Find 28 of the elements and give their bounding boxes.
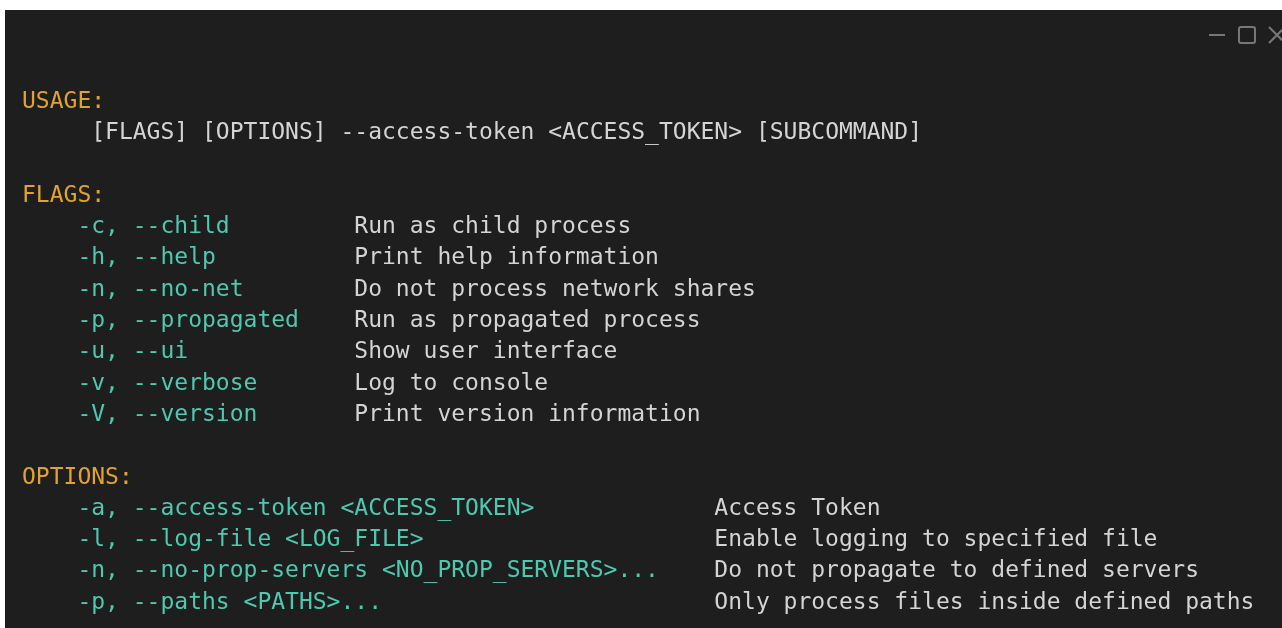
usage-line: [FLAGS] [OPTIONS] --access-token <ACCESS_TOKEN> [SUBCOMMAND] bbox=[91, 118, 923, 145]
flag-name: -h, --help bbox=[77, 243, 216, 270]
maximize-icon[interactable] bbox=[1236, 24, 1258, 46]
flag-name: -p, --paths <PATHS>... bbox=[77, 587, 382, 614]
flag-name: -p, --propagated bbox=[77, 306, 299, 333]
flag-name: -V, --version bbox=[77, 399, 258, 426]
flag-name: -l, --log-file <LOG_FILE> bbox=[77, 525, 424, 552]
flag-description: Run as child process bbox=[354, 211, 632, 241]
flag-name: -n, --no-net bbox=[77, 274, 244, 301]
flag-description: Enable logging to specified file bbox=[714, 524, 1158, 554]
section-heading: USAGE: bbox=[22, 87, 106, 113]
flag-name: -a, --access-token <ACCESS_TOKEN> bbox=[77, 493, 535, 520]
flag-description: Run as propagated process bbox=[354, 305, 701, 335]
flag-description: Only process files inside defined paths bbox=[714, 586, 1255, 616]
flag-name: -u, --ui bbox=[77, 337, 189, 364]
flag-description: Do not process network shares bbox=[354, 273, 756, 303]
flag-name: -v, --verbose bbox=[77, 368, 258, 395]
section-heading: OPTIONS: bbox=[22, 462, 133, 489]
flag-description: Show user interface bbox=[354, 336, 618, 366]
section-heading: FLAGS: bbox=[22, 180, 106, 207]
close-icon[interactable] bbox=[1266, 24, 1282, 46]
flag-description: Log to console bbox=[354, 367, 549, 397]
flag-description: Print version information bbox=[354, 398, 701, 428]
flag-description: Do not propagate to defined servers bbox=[714, 555, 1199, 585]
flag-description: Print help information bbox=[354, 242, 659, 272]
flag-description: Access Token bbox=[714, 492, 881, 522]
flag-name: -c, --child bbox=[77, 212, 230, 239]
flag-name: -n, --no-prop-servers <NO_PROP_SERVERS>... bbox=[77, 556, 659, 583]
